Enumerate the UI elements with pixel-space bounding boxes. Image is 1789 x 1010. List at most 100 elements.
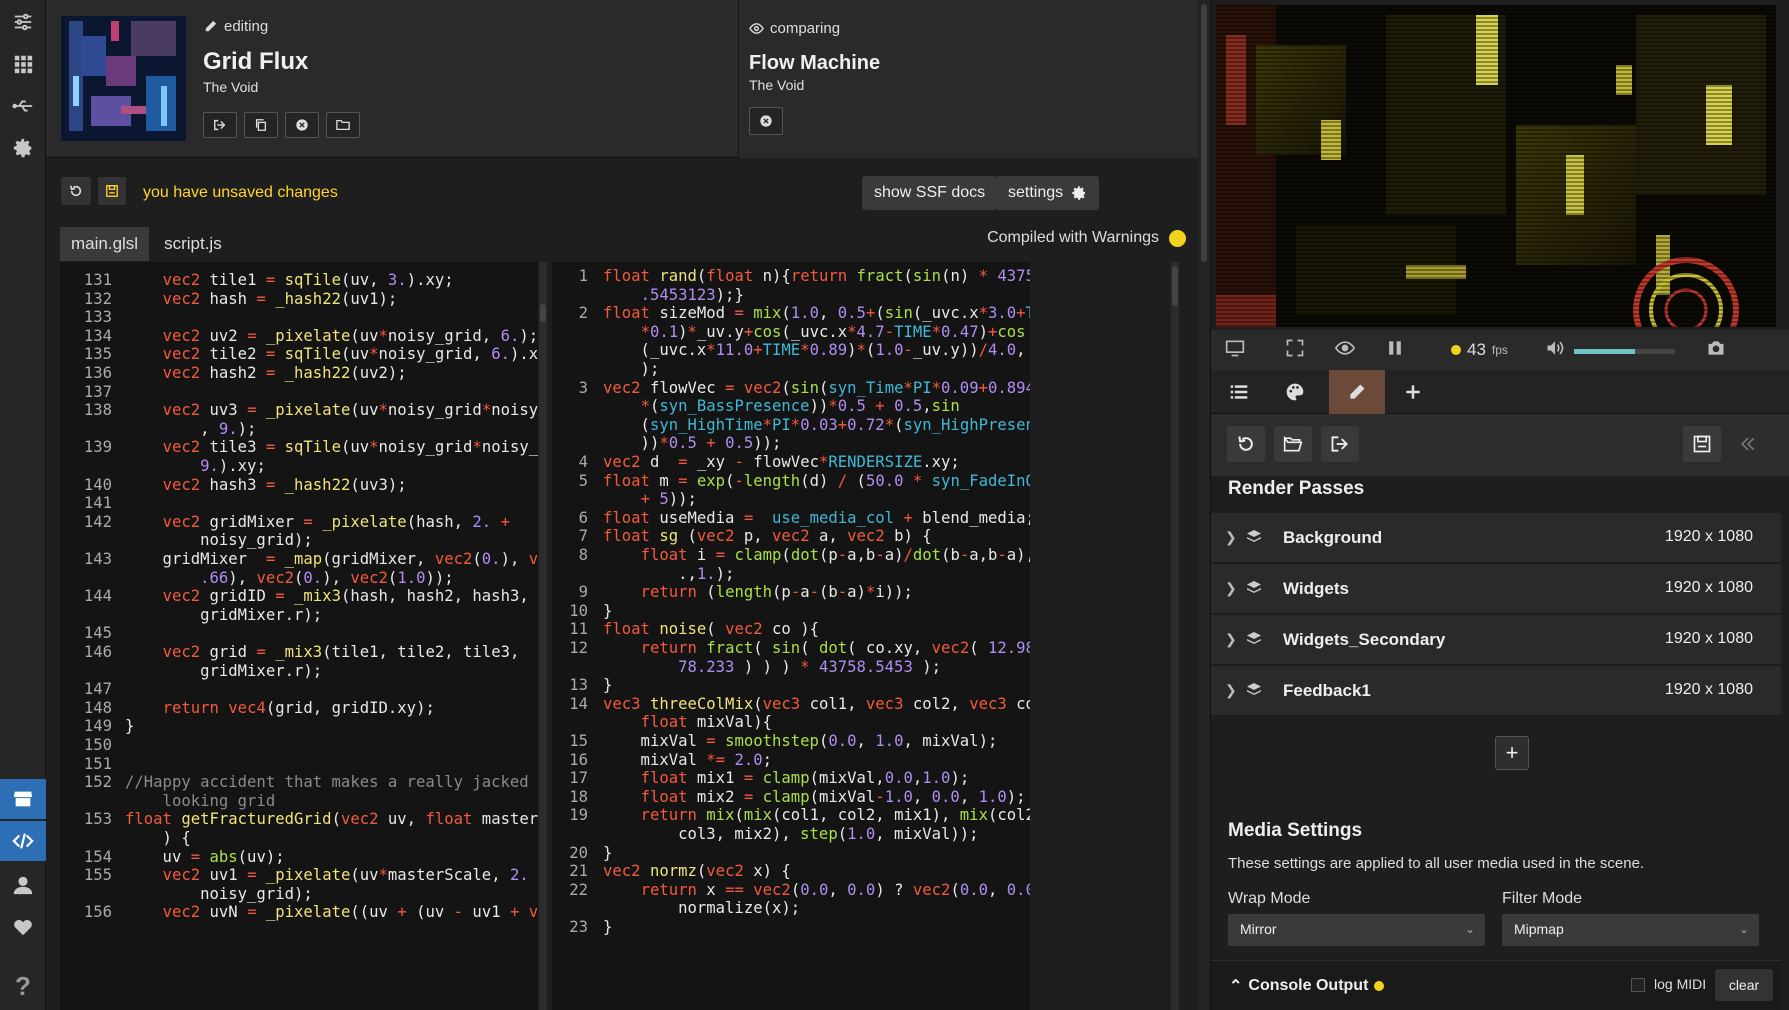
export-icon: [1331, 436, 1348, 452]
code-pane-compare[interactable]: 1 2 3 4 5 6 7 8 9 10 11 12 13 14 15 16 17 18 19 20 21 22 23 fl…: [552, 262, 1030, 1010]
show-ssf-docs-button[interactable]: show SSF docs: [862, 176, 998, 210]
code-line: vec2 hash = _hash22(uv1);: [162, 289, 398, 308]
settings-button[interactable]: settings: [996, 176, 1100, 210]
tab-palette[interactable]: [1267, 370, 1323, 414]
chevron-right-icon[interactable]: ❯: [1225, 580, 1237, 597]
eye-icon: [749, 23, 764, 34]
line-number: 23: [569, 918, 588, 936]
console-toggle[interactable]: ⌃ Console Output: [1229, 976, 1385, 996]
save-button[interactable]: [1683, 426, 1721, 462]
code-icon[interactable]: [0, 821, 46, 861]
export-icon: [214, 119, 226, 131]
open-button[interactable]: [1274, 426, 1312, 462]
render-pass-row[interactable]: ❯ Background 1920 x 1080: [1211, 513, 1781, 563]
line-number: 152: [83, 773, 112, 792]
code-line: return (length(p-a-(b-a)*i));: [640, 583, 913, 602]
filter-mode-select[interactable]: Mipmap ⌄: [1502, 914, 1759, 946]
line-number: 8: [578, 546, 588, 564]
volume-slider[interactable]: [1574, 349, 1675, 354]
folder-icon: [336, 119, 350, 131]
close-compare-button[interactable]: [749, 107, 783, 135]
console-bar: ⌃ Console Output log MIDI clear: [1211, 960, 1781, 1010]
line-number: 1: [578, 267, 588, 285]
project-thumbnail[interactable]: [61, 16, 186, 141]
user-icon[interactable]: [0, 865, 46, 905]
chevron-down-icon: ⌄: [1464, 922, 1475, 936]
line-number: 142: [83, 512, 112, 531]
compare-panel: comparing Flow Machine The Void: [738, 0, 1198, 158]
chevron-down-icon: ⌄: [1738, 922, 1749, 936]
monitor-icon[interactable]: [1225, 338, 1245, 358]
usb-icon[interactable]: [0, 86, 46, 126]
fullscreen-icon[interactable]: [1285, 338, 1305, 358]
save-icon: [106, 185, 118, 197]
chevron-right-icon[interactable]: ❯: [1225, 631, 1237, 648]
reset-button[interactable]: [1227, 426, 1265, 462]
camera-icon[interactable]: [1706, 338, 1726, 358]
pass-size: 1920 x 1080: [1664, 579, 1753, 596]
render-pass-row[interactable]: ❯ Widgets 1920 x 1080: [1211, 564, 1781, 614]
clear-console-button[interactable]: clear: [1715, 969, 1773, 1001]
editor-scrollbar[interactable]: [1198, 0, 1210, 1010]
right-panel: 43 fps Render Passes ❯ Background 1920 x…: [1210, 0, 1789, 1010]
pass-name: Background: [1283, 528, 1383, 547]
chevron-right-icon[interactable]: ❯: [1225, 682, 1237, 699]
preview-canvas[interactable]: [1216, 5, 1776, 327]
list-icon: [1230, 385, 1248, 399]
line-number: 12: [569, 639, 588, 657]
editing-text: editing: [224, 18, 269, 35]
tab-edit[interactable]: [1329, 370, 1385, 414]
comparing-label: comparing: [749, 20, 840, 37]
help-icon[interactable]: ?: [0, 966, 46, 1006]
scroll-thumb[interactable]: [540, 304, 546, 322]
store-icon[interactable]: [0, 779, 46, 819]
save-button[interactable]: [98, 177, 126, 205]
scroll-thumb[interactable]: [1201, 4, 1207, 262]
gear-icon[interactable]: [0, 128, 46, 168]
code-pane-main-scrollbar[interactable]: [539, 262, 547, 1010]
compare-title: Flow Machine: [749, 52, 881, 74]
duplicate-button[interactable]: [244, 112, 278, 138]
save-icon: [1693, 435, 1711, 453]
render-pass-row[interactable]: ❯ Widgets_Secondary 1920 x 1080: [1211, 615, 1781, 665]
grid-icon[interactable]: [0, 44, 46, 84]
code-pane-main[interactable]: 131 132 133 134 135 136 137 138 139 140 141 142 143 1…: [60, 262, 538, 1010]
pause-icon[interactable]: [1385, 338, 1405, 358]
tab-script-js[interactable]: script.js: [153, 227, 233, 261]
open-folder-button[interactable]: [326, 112, 360, 138]
wrap-mode-select[interactable]: Mirror ⌄: [1228, 914, 1485, 946]
volume-slider-fill: [1574, 349, 1635, 354]
heartbeat-icon[interactable]: [0, 907, 46, 947]
volume-icon[interactable]: [1545, 338, 1565, 358]
tab-main-glsl[interactable]: main.glsl: [60, 227, 150, 261]
palette-icon: [1286, 383, 1304, 401]
render-pass-row[interactable]: ❯ Feedback1 1920 x 1080: [1211, 666, 1781, 716]
revert-button[interactable]: [61, 177, 91, 205]
tab-list[interactable]: [1211, 370, 1267, 414]
line-number: 2: [578, 304, 588, 323]
close-project-button[interactable]: [285, 112, 319, 138]
chevron-up-icon: ⌃: [1229, 978, 1243, 995]
scroll-thumb[interactable]: [1172, 266, 1178, 306]
copy-icon: [255, 119, 267, 131]
export-button[interactable]: [1321, 426, 1359, 462]
editing-label: editing: [203, 18, 268, 35]
compile-status: Compiled with Warnings: [987, 229, 1186, 247]
eye-icon[interactable]: [1335, 338, 1355, 358]
pencil-icon: [205, 20, 217, 32]
double-chevron-left-icon: [1740, 437, 1755, 451]
collapse-button[interactable]: [1729, 426, 1767, 462]
log-midi-checkbox[interactable]: [1631, 978, 1645, 992]
code-pane-compare-scrollbar[interactable]: [1171, 262, 1179, 1010]
console-status-dot: [1374, 981, 1385, 991]
code-line: (_uvc.x*11.0+TIME*0.89)*(1.0-_uv.y))/4.0…: [603, 341, 1026, 360]
layers-icon: [1247, 683, 1261, 695]
tab-add[interactable]: [1385, 370, 1441, 414]
add-pass-button[interactable]: +: [1495, 736, 1529, 770]
chevron-right-icon[interactable]: ❯: [1225, 529, 1237, 546]
export-button[interactable]: [203, 112, 237, 138]
project-title: Grid Flux: [203, 48, 309, 75]
sliders-icon[interactable]: [0, 2, 46, 42]
media-settings-description: These settings are applied to all user m…: [1228, 855, 1645, 872]
pass-size: 1920 x 1080: [1664, 630, 1753, 647]
